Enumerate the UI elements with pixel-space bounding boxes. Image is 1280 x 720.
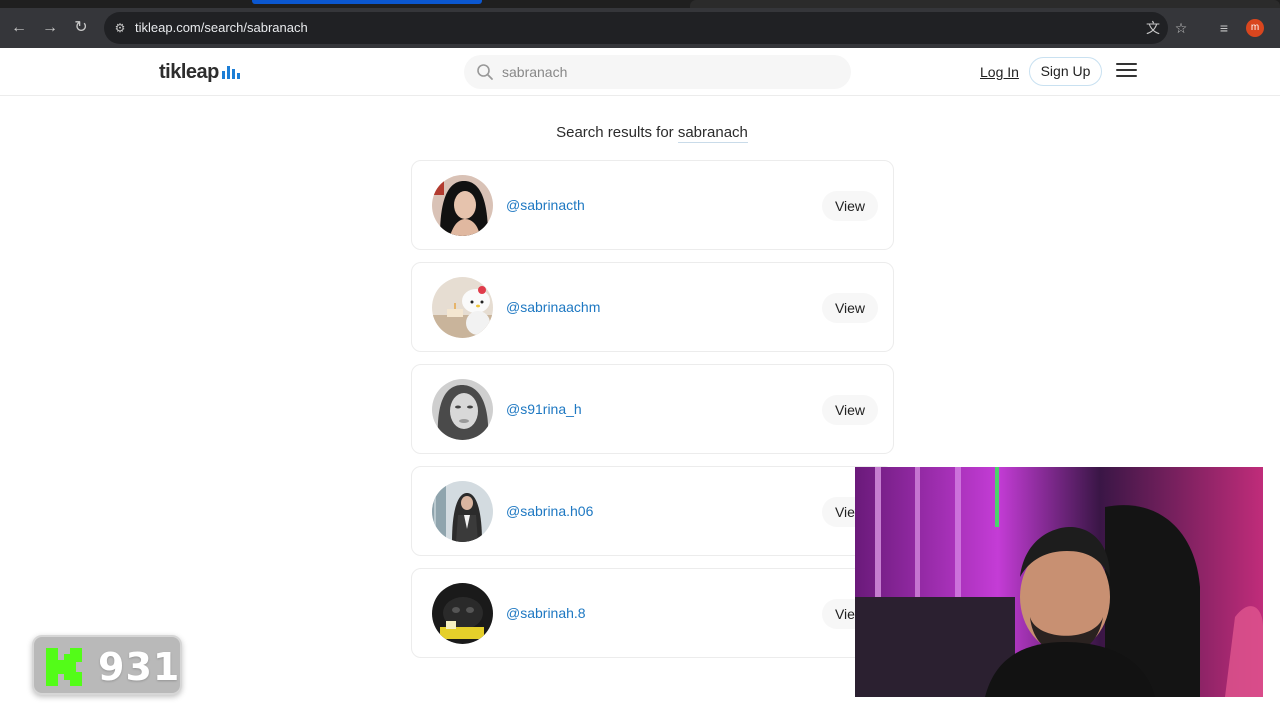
- browser-toolbar: ← → ↻ ⚙ tikleap.com/search/sabranach 文 ☆…: [0, 8, 1280, 48]
- bookmark-star-icon[interactable]: ☆: [1171, 18, 1191, 38]
- results-heading-prefix: Search results for: [556, 124, 674, 141]
- tikleap-logo[interactable]: tikleap: [159, 60, 240, 84]
- hamburger-menu-icon[interactable]: [1116, 63, 1137, 81]
- bar-chart-icon: [221, 65, 240, 79]
- url-text[interactable]: tikleap.com/search/sabranach: [135, 20, 308, 36]
- result-card[interactable]: @sabrinah.8 View: [411, 568, 894, 658]
- translate-icon[interactable]: 文: [1143, 18, 1163, 38]
- result-card[interactable]: @s91rina_h View: [411, 364, 894, 454]
- result-card[interactable]: @sabrinaachm View: [411, 262, 894, 352]
- results-query: sabranach: [677, 124, 748, 143]
- follower-count: 931: [98, 645, 181, 689]
- browser-tabstrip: [0, 0, 1280, 8]
- result-card[interactable]: @sabrina.h06 View: [411, 466, 894, 556]
- webcam-overlay: [855, 467, 1263, 697]
- username-link[interactable]: @sabrinaachm: [506, 299, 600, 315]
- reload-icon[interactable]: ↻: [70, 17, 92, 39]
- user-avatar[interactable]: [432, 175, 493, 236]
- username-link[interactable]: @s91rina_h: [506, 401, 582, 417]
- address-bar[interactable]: ⚙ tikleap.com/search/sabranach: [104, 12, 1168, 44]
- profile-avatar[interactable]: m: [1246, 19, 1264, 37]
- back-arrow-icon[interactable]: ←: [8, 17, 30, 39]
- user-avatar[interactable]: [432, 277, 493, 338]
- browser-tab[interactable]: [690, 0, 1280, 8]
- username-link[interactable]: @sabrinacth: [506, 197, 585, 213]
- username-link[interactable]: @sabrinah.8: [506, 605, 586, 621]
- search-bar: [464, 55, 851, 89]
- username-link[interactable]: @sabrina.h06: [506, 503, 593, 519]
- view-button[interactable]: View: [822, 395, 878, 425]
- result-card[interactable]: @sabrinacth View: [411, 160, 894, 250]
- signup-button[interactable]: Sign Up: [1029, 57, 1102, 86]
- view-button[interactable]: View: [822, 293, 878, 323]
- results-heading: Search results for sabranach: [0, 124, 1280, 143]
- search-input[interactable]: [502, 62, 832, 82]
- user-avatar[interactable]: [432, 379, 493, 440]
- active-tab-indicator[interactable]: [252, 0, 482, 4]
- user-avatar[interactable]: [432, 583, 493, 644]
- forward-arrow-icon[interactable]: →: [39, 17, 61, 39]
- kick-logo-icon: [46, 648, 82, 686]
- site-header: tikleap Log In Sign Up: [0, 48, 1280, 96]
- view-button[interactable]: View: [822, 191, 878, 221]
- media-controls-icon[interactable]: ≡: [1214, 18, 1234, 38]
- logo-text: tikleap: [159, 60, 219, 83]
- site-info-icon[interactable]: ⚙: [112, 20, 128, 36]
- user-avatar[interactable]: [432, 481, 493, 542]
- search-icon: [477, 64, 493, 80]
- kick-follower-badge: 931: [32, 635, 182, 695]
- login-link[interactable]: Log In: [980, 64, 1019, 80]
